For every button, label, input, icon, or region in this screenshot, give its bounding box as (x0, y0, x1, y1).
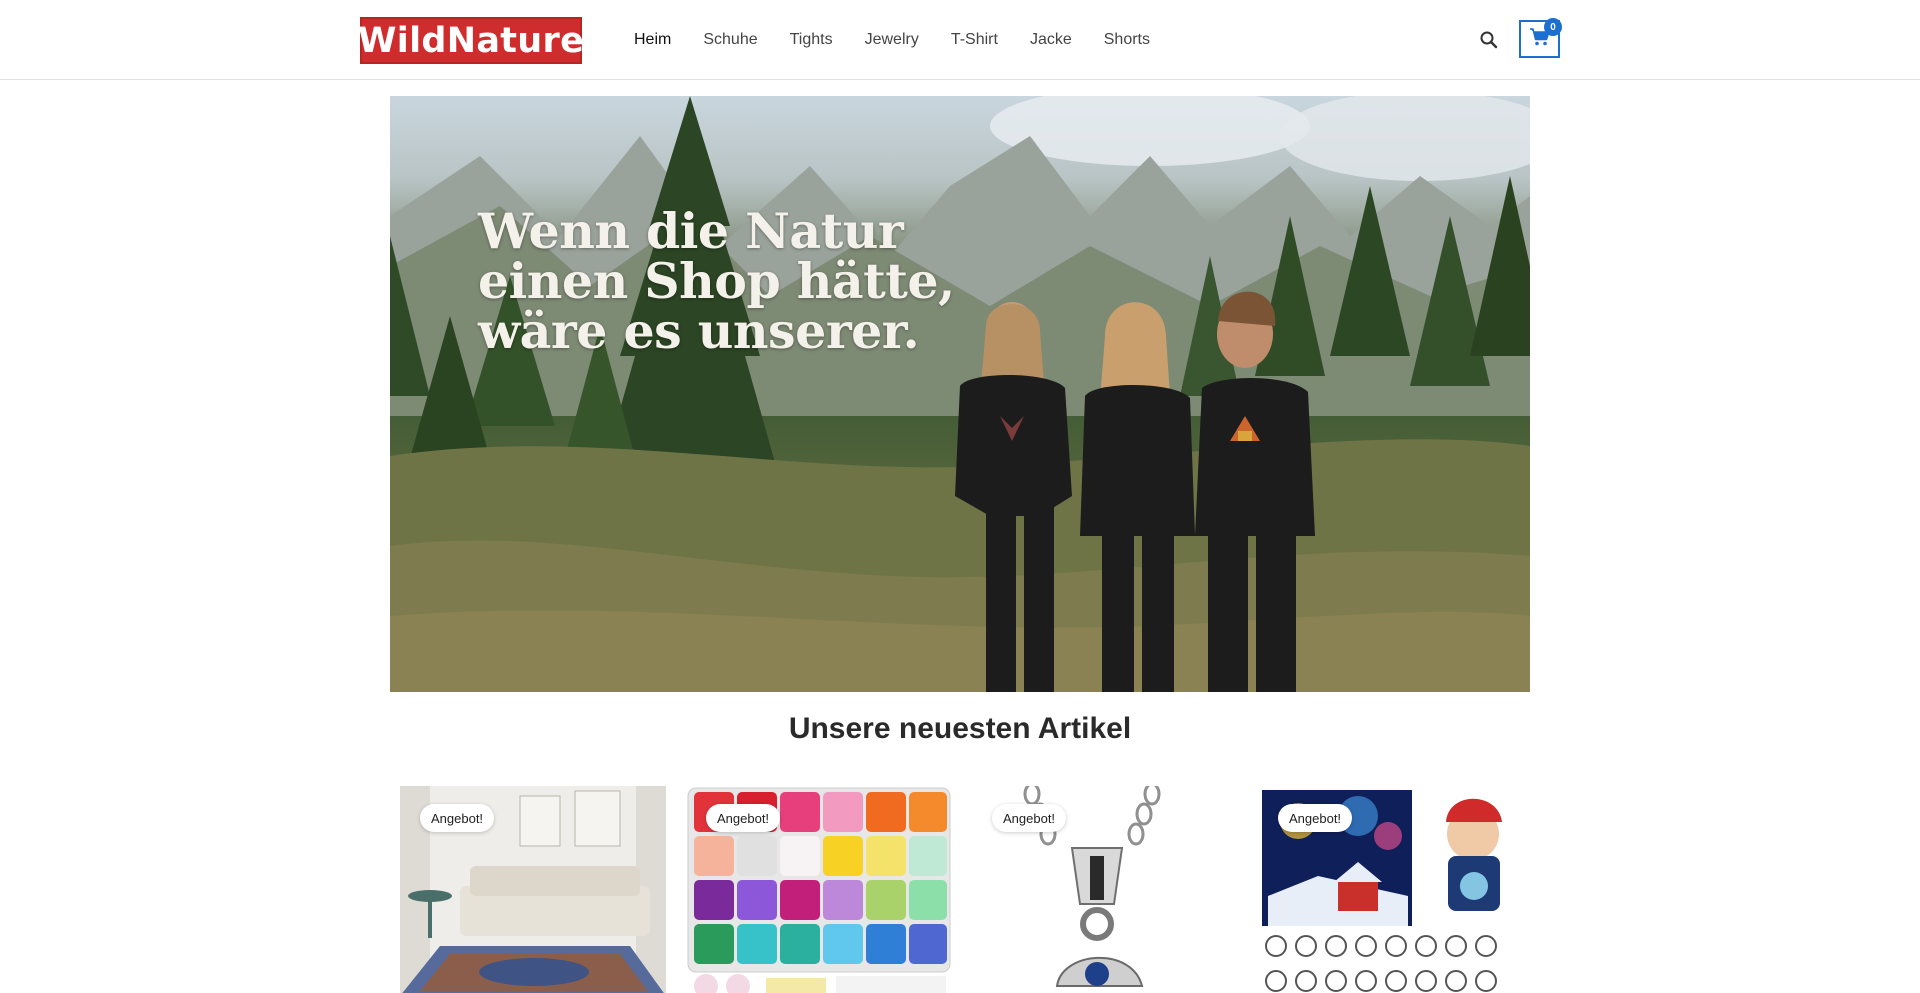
sale-badge: Angebot! (706, 804, 781, 832)
product-card-rug[interactable]: Angebot! (400, 786, 666, 993)
sale-badge: Angebot! (1278, 804, 1353, 832)
nav-item-jacke[interactable]: Jacke (1014, 31, 1088, 49)
latest-products-title: Unsere neuesten Artikel (788, 712, 1132, 745)
nav-item-shorts[interactable]: Shorts (1088, 31, 1166, 49)
product-card-necklace[interactable]: Angebot! (972, 786, 1238, 993)
nav-item-heim[interactable]: Heim (618, 31, 687, 49)
hero-headline-line-2: einen Shop hätte, (478, 252, 955, 310)
nav-item-schuhe[interactable]: Schuhe (687, 31, 773, 49)
product-card-advent-calendar[interactable]: Angebot! (1258, 786, 1524, 993)
hero-landscape-image (390, 96, 1530, 692)
sale-badge: Angebot! (992, 804, 1067, 832)
cart-count-badge: 0 (1544, 18, 1562, 36)
nav-item-t-shirt[interactable]: T-Shirt (935, 31, 1014, 49)
sale-badge: Angebot! (420, 804, 495, 832)
search-icon[interactable] (1478, 29, 1500, 51)
hero-banner[interactable]: Wenn die Natur einen Shop hätte, wäre es… (390, 96, 1530, 692)
hero-headline: Wenn die Natur einen Shop hätte, wäre es… (478, 206, 998, 356)
hero-headline-line-3: wäre es unserer. (478, 302, 920, 360)
hero-headline-line-1: Wenn die Natur (478, 202, 904, 260)
product-card-beads[interactable]: Angebot! (686, 786, 952, 993)
site-header: WildNature Heim Schuhe Tights Jewelry T-… (0, 0, 1920, 80)
nav-item-jewelry[interactable]: Jewelry (849, 31, 935, 49)
nav-item-tights[interactable]: Tights (774, 31, 849, 49)
main-nav: Heim Schuhe Tights Jewelry T-Shirt Jacke… (618, 0, 1166, 80)
site-logo[interactable]: WildNature (358, 17, 584, 64)
